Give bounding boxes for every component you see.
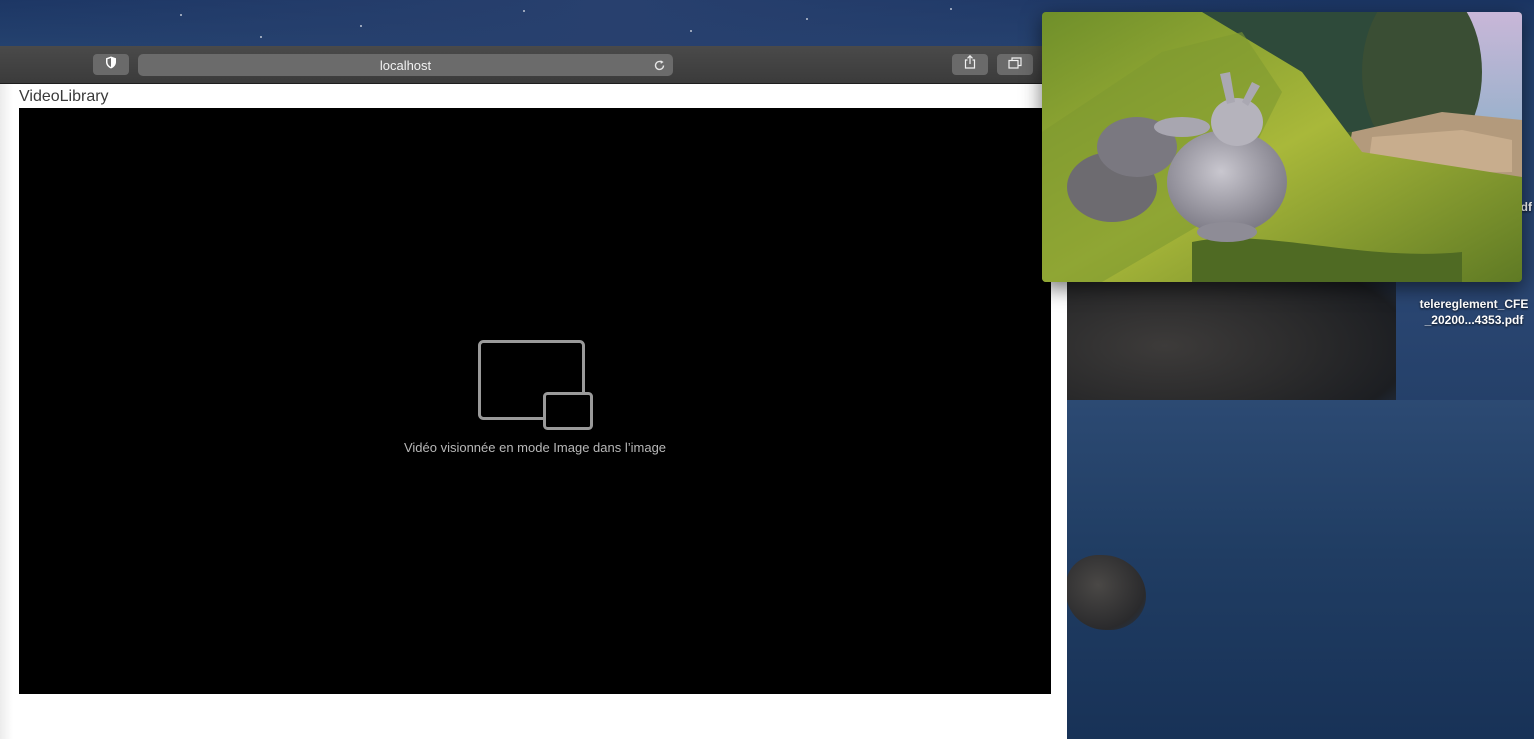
shield-icon: [105, 56, 117, 74]
video-player[interactable]: Vidéo visionnée en mode Image dans l’ima…: [19, 108, 1051, 694]
pip-video-frame: [1042, 12, 1522, 282]
pip-status-message: Vidéo visionnée en mode Image dans l’ima…: [403, 440, 667, 455]
picture-in-picture-icon: [478, 340, 593, 430]
desktop-file-label-line1: telereglement_CFE: [1419, 297, 1529, 311]
share-button[interactable]: [952, 54, 988, 75]
tab-overview-button[interactable]: [997, 54, 1033, 75]
page-gutter: [0, 84, 13, 739]
app-title: VideoLibrary: [19, 88, 109, 105]
desktop-file-label-line2: _20200...4353.pdf: [1424, 313, 1524, 327]
pip-video-window[interactable]: [1042, 12, 1522, 282]
desktop-file-label: df: [1520, 200, 1532, 214]
address-bar[interactable]: localhost: [138, 54, 673, 76]
browser-toolbar: localhost: [0, 46, 1067, 84]
address-text: localhost: [379, 58, 432, 73]
browser-window: localhost VideoLibrary Vidéo visionnée e…: [0, 46, 1067, 739]
web-page: VideoLibrary Vidéo visionnée en mode Ima…: [0, 84, 1067, 739]
desktop-file-telereglement[interactable]: telereglement_CFE _20200...4353.pdf: [1416, 296, 1532, 328]
share-icon: [964, 54, 976, 74]
privacy-button[interactable]: [93, 54, 129, 75]
tabs-icon: [1008, 56, 1022, 74]
reload-icon[interactable]: [651, 57, 667, 73]
